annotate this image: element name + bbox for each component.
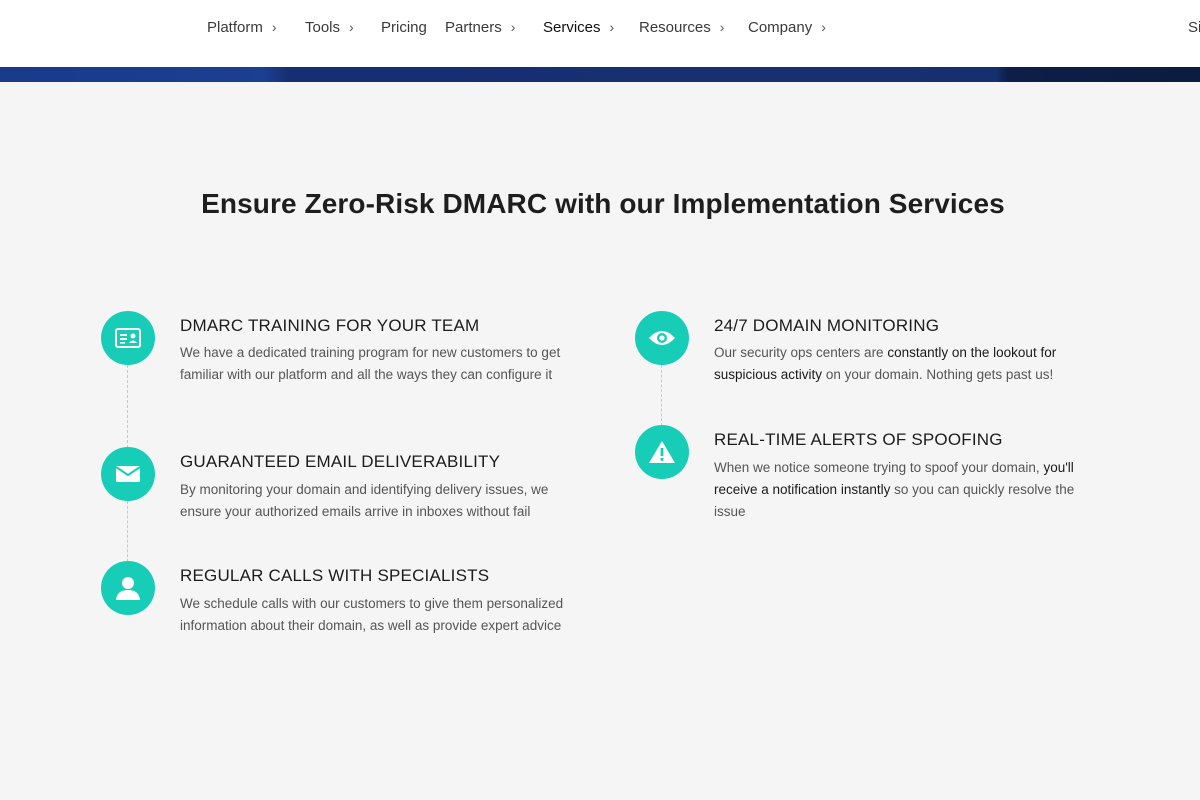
feature-description-text: We have a dedicated training program for… (180, 345, 561, 382)
feature-description-text: When we notice someone trying to spoof y… (714, 460, 1040, 475)
feature-title: REGULAR CALLS WITH SPECIALISTS (180, 566, 490, 585)
feature-title: GUARANTEED EMAIL DELIVERABILITY (180, 452, 501, 471)
nav-item-company[interactable]: Company › (748, 18, 826, 37)
chevron-right-icon: › (821, 18, 826, 35)
chevron-right-icon: › (271, 18, 277, 35)
chevron-right-icon: › (719, 18, 725, 35)
nav-item-platform[interactable]: Platform › (207, 18, 277, 37)
nav-label: Tools (305, 19, 341, 36)
nav-item-resources[interactable]: Resources › (639, 18, 725, 37)
nav-label: Pricing (381, 19, 427, 36)
nav-label: Platform (207, 19, 263, 36)
nav-label: Resources (639, 19, 711, 36)
feature-description: When we notice someone trying to spoof y… (714, 457, 1099, 523)
feature-description: We have a dedicated training program for… (180, 342, 570, 386)
feature-description: We schedule calls with our customers to … (180, 593, 580, 637)
top-navigation-bar: Platform › Tools › Pricing Partners › Se… (0, 0, 1200, 67)
nav-item-services[interactable]: Services › (543, 18, 615, 37)
timeline-connector (127, 501, 128, 562)
chevron-right-icon: › (510, 18, 516, 35)
section-heading: Ensure Zero-Risk DMARC with our Implemen… (201, 188, 1005, 219)
feature-title: 24/7 DOMAIN MONITORING (714, 316, 940, 335)
nav-label: Company (748, 19, 813, 36)
feature-icon-circle (101, 447, 155, 501)
id-card-icon (115, 328, 141, 348)
nav-item-pricing[interactable]: Pricing (381, 19, 427, 36)
feature-icon-circle (101, 311, 155, 365)
feature-description-text: on your domain. Nothing gets past us! (825, 367, 1054, 382)
chevron-right-icon: › (349, 18, 354, 35)
feature-description: Our security ops centers are constantly … (714, 342, 1094, 386)
chevron-right-icon: › (609, 18, 615, 35)
user-icon (116, 577, 140, 600)
nav-label: Services (543, 19, 601, 36)
feature-icon-circle (635, 311, 689, 365)
envelope-icon (115, 466, 141, 482)
eye-icon (649, 331, 675, 345)
feature-description-text: By monitoring your domain and identifyin… (180, 482, 549, 519)
nav-item-tools[interactable]: Tools › (305, 18, 354, 37)
feature-description-text: We schedule calls with our customers to … (180, 596, 564, 633)
feature-icon-circle (101, 561, 155, 615)
timeline-connector (127, 365, 128, 448)
warning-icon (649, 441, 675, 463)
nav-item-partners[interactable]: Partners › (445, 18, 516, 37)
header-accent-band (0, 67, 1200, 82)
main-nav: Platform › Tools › Pricing Partners › Se… (0, 0, 1200, 58)
feature-icon-circle (635, 425, 689, 479)
feature-description-text: Our security ops centers are (714, 345, 884, 360)
sign-in-link[interactable]: Si (1188, 19, 1200, 36)
nav-label: Partners (445, 19, 502, 36)
feature-title: DMARC TRAINING FOR YOUR TEAM (180, 316, 480, 335)
timeline-connector (661, 365, 662, 426)
feature-description: By monitoring your domain and identifyin… (180, 479, 575, 523)
feature-title: REAL-TIME ALERTS OF SPOOFING (714, 430, 1003, 449)
